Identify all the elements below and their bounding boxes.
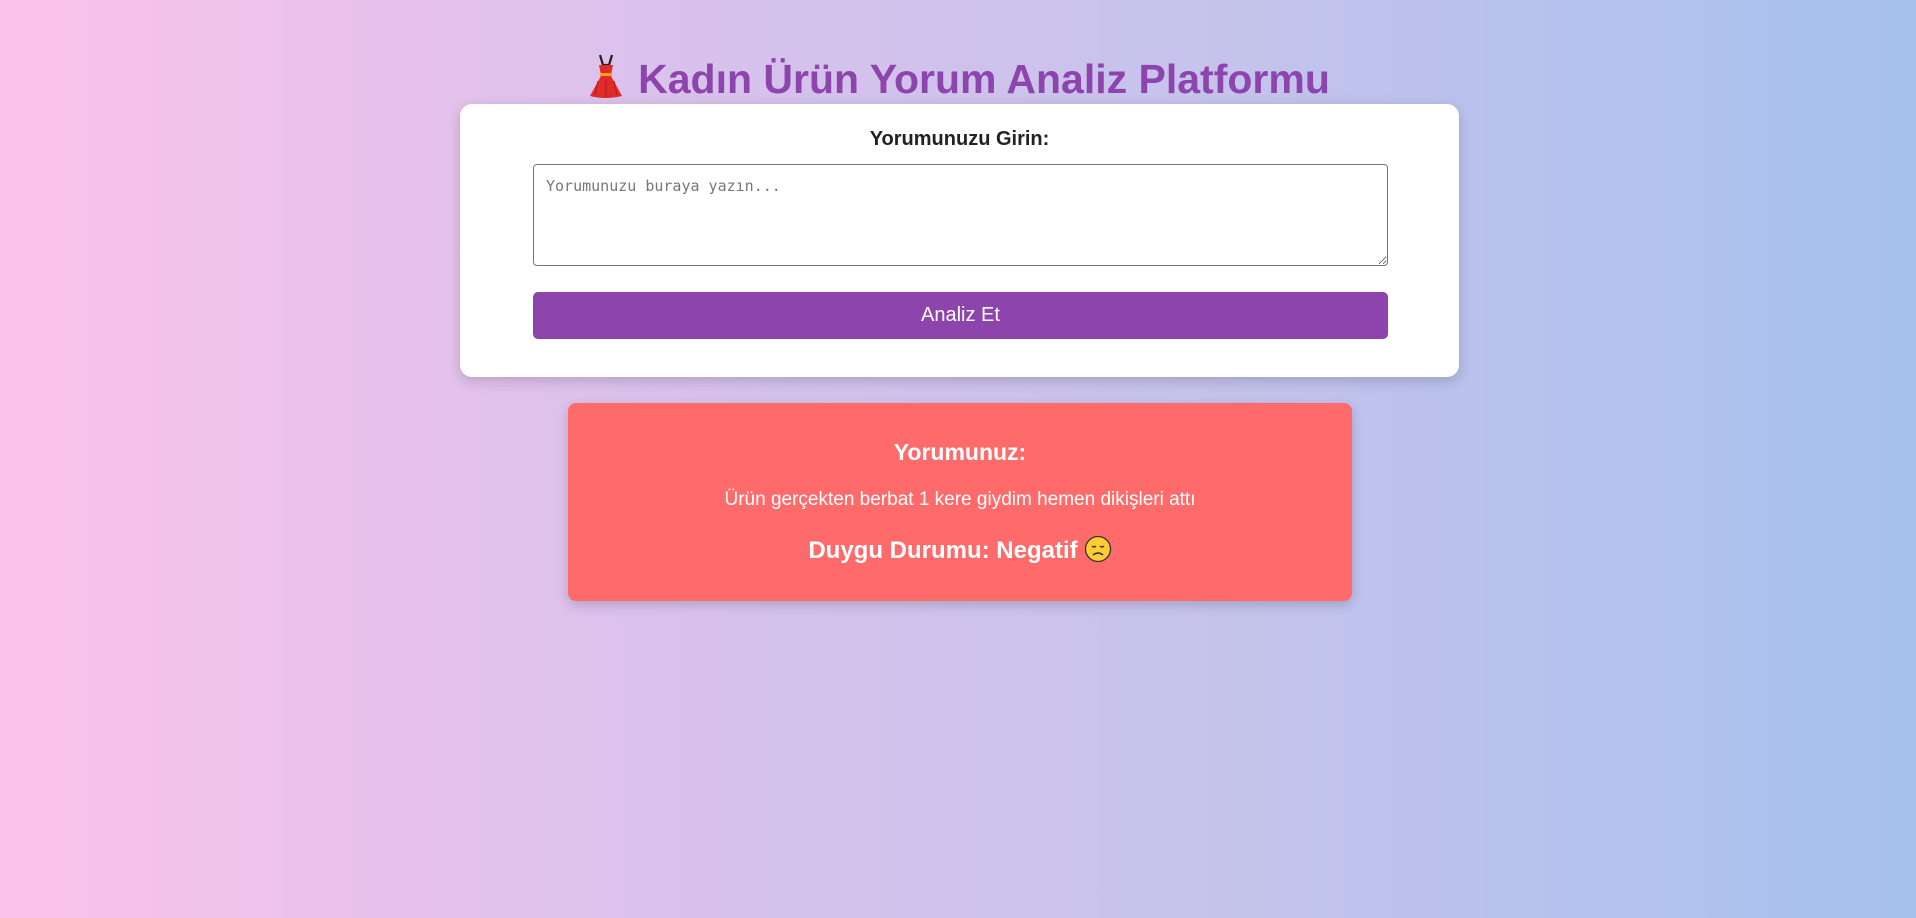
analyze-button[interactable]: Analiz Et	[533, 292, 1388, 339]
result-review-text: Ürün gerçekten berbat 1 kere giydim heme…	[724, 489, 1196, 510]
sentiment-line: Duygu Durumu: Negatif	[568, 535, 1352, 565]
dress-icon	[590, 55, 623, 99]
result-heading: Yorumunuz:	[893, 439, 1027, 465]
result-card: Yorumunuz: Ürün gerçekten berbat 1 kere …	[568, 403, 1352, 601]
title-text: Kadın Ürün Yorum Analiz Platformu	[638, 56, 1330, 103]
page-title: Kadın Ürün Yorum Analiz Platformu	[0, 53, 1916, 105]
sad-face-icon	[1084, 535, 1111, 563]
review-textarea[interactable]	[533, 164, 1388, 266]
review-label: Yorumunuzu Girin:	[869, 128, 1050, 150]
review-form-card: Yorumunuzu Girin: Analiz Et	[460, 104, 1459, 377]
sentiment-label: Duygu Durumu: Negatif	[808, 537, 1078, 564]
